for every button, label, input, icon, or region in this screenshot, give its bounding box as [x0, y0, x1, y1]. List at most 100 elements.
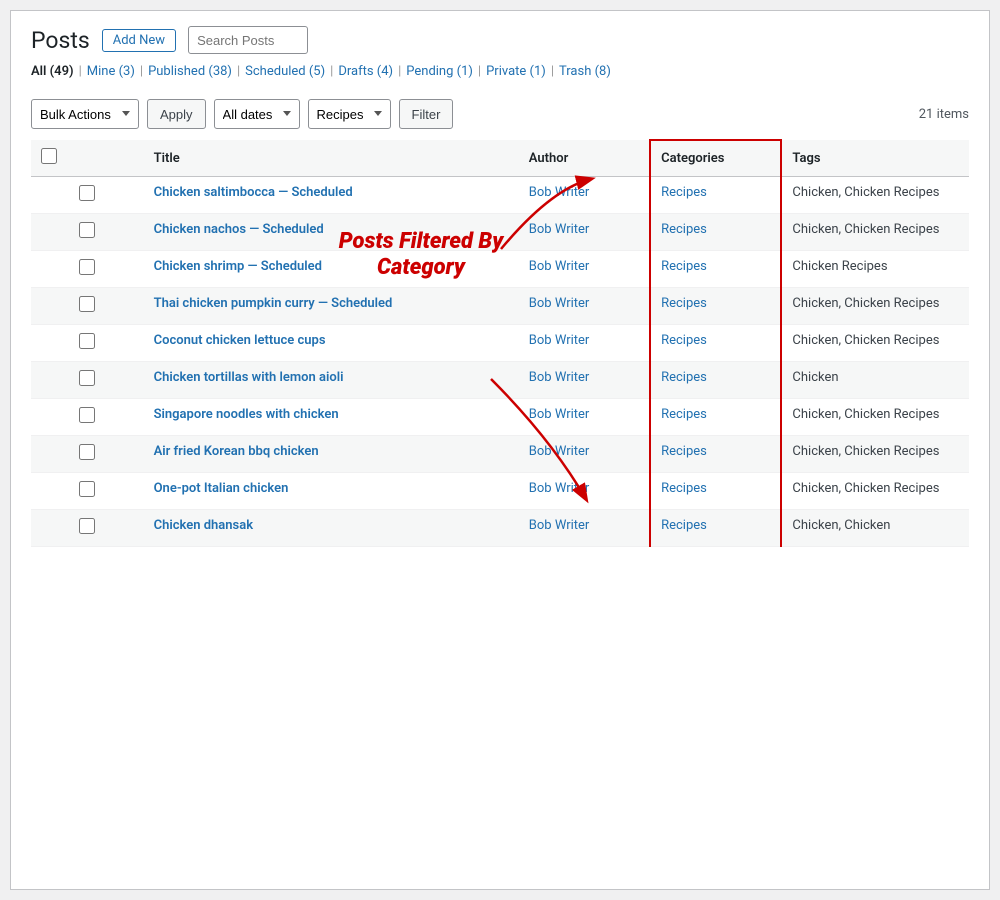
nav-separator: |: [237, 64, 240, 79]
post-title-link[interactable]: One-pot Italian chicken: [154, 481, 289, 496]
tags-cell: Chicken, Chicken Recipes: [781, 214, 969, 251]
tags-value: Chicken Recipes: [792, 259, 887, 274]
author-link[interactable]: Bob Writer: [529, 296, 590, 311]
row-checkbox[interactable]: [79, 259, 95, 275]
row-checkbox[interactable]: [79, 370, 95, 386]
author-link[interactable]: Bob Writer: [529, 481, 590, 496]
table-row: Chicken saltimbocca — Scheduled Bob Writ…: [31, 177, 969, 214]
dates-select[interactable]: All dates: [214, 99, 300, 129]
post-title-link[interactable]: Coconut chicken lettuce cups: [154, 333, 326, 348]
search-input[interactable]: [188, 26, 308, 54]
post-title-link[interactable]: Air fried Korean bbq chicken: [154, 444, 319, 459]
filter-link-trash[interactable]: Trash (8): [559, 64, 611, 79]
tags-value: Chicken, Chicken Recipes: [792, 185, 939, 200]
author-cell: Bob Writer: [519, 177, 650, 214]
apply-button[interactable]: Apply: [147, 99, 206, 129]
categories-cell: Recipes: [650, 436, 781, 473]
post-title-link[interactable]: Thai chicken pumpkin curry — Scheduled: [154, 296, 393, 311]
category-link[interactable]: Recipes: [661, 222, 707, 237]
categories-cell: Recipes: [650, 362, 781, 399]
row-checkbox[interactable]: [79, 333, 95, 349]
row-checkbox[interactable]: [79, 296, 95, 312]
nav-separator: |: [79, 64, 82, 79]
tags-cell: Chicken, Chicken Recipes: [781, 473, 969, 510]
table-row: Thai chicken pumpkin curry — Scheduled B…: [31, 288, 969, 325]
author-link[interactable]: Bob Writer: [529, 259, 590, 274]
post-title-link[interactable]: Chicken shrimp — Scheduled: [154, 259, 322, 274]
row-checkbox[interactable]: [79, 444, 95, 460]
category-link[interactable]: Recipes: [661, 333, 707, 348]
author-link[interactable]: Bob Writer: [529, 444, 590, 459]
post-title-cell: Chicken shrimp — Scheduled: [144, 251, 519, 288]
row-checkbox-cell: [31, 214, 144, 251]
author-link[interactable]: Bob Writer: [529, 222, 590, 237]
filter-link-private[interactable]: Private (1): [486, 64, 546, 79]
category-select[interactable]: Recipes: [308, 99, 391, 129]
categories-cell: Recipes: [650, 214, 781, 251]
category-link[interactable]: Recipes: [661, 259, 707, 274]
tags-value: Chicken, Chicken Recipes: [792, 407, 939, 422]
author-cell: Bob Writer: [519, 473, 650, 510]
category-link[interactable]: Recipes: [661, 185, 707, 200]
filter-link-scheduled[interactable]: Scheduled (5): [245, 64, 325, 79]
post-title-cell: Chicken saltimbocca — Scheduled: [144, 177, 519, 214]
post-title-link[interactable]: Singapore noodles with chicken: [154, 407, 339, 422]
author-cell: Bob Writer: [519, 399, 650, 436]
filter-link-mine[interactable]: Mine (3): [87, 64, 135, 79]
category-link[interactable]: Recipes: [661, 518, 707, 533]
author-cell: Bob Writer: [519, 436, 650, 473]
row-checkbox[interactable]: [79, 185, 95, 201]
filter-link-drafts[interactable]: Drafts (4): [338, 64, 393, 79]
tags-value: Chicken: [792, 370, 838, 385]
categories-cell: Recipes: [650, 510, 781, 547]
category-link[interactable]: Recipes: [661, 481, 707, 496]
tags-value: Chicken, Chicken Recipes: [792, 296, 939, 311]
row-checkbox-cell: [31, 362, 144, 399]
bulk-actions-select[interactable]: Bulk Actions: [31, 99, 139, 129]
table-row: Air fried Korean bbq chicken Bob Writer …: [31, 436, 969, 473]
author-link[interactable]: Bob Writer: [529, 407, 590, 422]
post-title-cell: Chicken dhansak: [144, 510, 519, 547]
author-link[interactable]: Bob Writer: [529, 370, 590, 385]
post-title-cell: Air fried Korean bbq chicken: [144, 436, 519, 473]
filter-link-published[interactable]: Published (38): [148, 64, 232, 79]
title-column-header: Title: [144, 140, 519, 177]
author-link[interactable]: Bob Writer: [529, 185, 590, 200]
category-link[interactable]: Recipes: [661, 296, 707, 311]
row-checkbox[interactable]: [79, 407, 95, 423]
row-checkbox-cell: [31, 325, 144, 362]
author-cell: Bob Writer: [519, 214, 650, 251]
row-checkbox[interactable]: [79, 481, 95, 497]
tags-value: Chicken, Chicken Recipes: [792, 333, 939, 348]
post-title-cell: One-pot Italian chicken: [144, 473, 519, 510]
post-title-cell: Thai chicken pumpkin curry — Scheduled: [144, 288, 519, 325]
select-all-checkbox[interactable]: [41, 148, 57, 164]
filter-link-pending[interactable]: Pending (1): [406, 64, 473, 79]
post-title-link[interactable]: Chicken tortillas with lemon aioli: [154, 370, 344, 385]
post-title-link[interactable]: Chicken nachos — Scheduled: [154, 222, 324, 237]
add-new-button[interactable]: Add New: [102, 29, 176, 52]
author-link[interactable]: Bob Writer: [529, 333, 590, 348]
table-row: Chicken tortillas with lemon aioli Bob W…: [31, 362, 969, 399]
categories-cell: Recipes: [650, 399, 781, 436]
post-title-cell: Chicken nachos — Scheduled: [144, 214, 519, 251]
row-checkbox[interactable]: [79, 518, 95, 534]
table-row: Singapore noodles with chicken Bob Write…: [31, 399, 969, 436]
category-link[interactable]: Recipes: [661, 444, 707, 459]
categories-cell: Recipes: [650, 288, 781, 325]
tags-cell: Chicken Recipes: [781, 251, 969, 288]
category-link[interactable]: Recipes: [661, 370, 707, 385]
filter-link-all[interactable]: All (49): [31, 64, 74, 79]
author-column-header: Author: [519, 140, 650, 177]
author-link[interactable]: Bob Writer: [529, 518, 590, 533]
items-count: 21 items: [919, 107, 969, 122]
post-title-link[interactable]: Chicken saltimbocca — Scheduled: [154, 185, 353, 200]
nav-separator: |: [330, 64, 333, 79]
tags-value: Chicken, Chicken Recipes: [792, 481, 939, 496]
categories-cell: Recipes: [650, 473, 781, 510]
filter-button[interactable]: Filter: [399, 99, 454, 129]
category-link[interactable]: Recipes: [661, 407, 707, 422]
row-checkbox[interactable]: [79, 222, 95, 238]
categories-cell: Recipes: [650, 325, 781, 362]
post-title-link[interactable]: Chicken dhansak: [154, 518, 253, 533]
